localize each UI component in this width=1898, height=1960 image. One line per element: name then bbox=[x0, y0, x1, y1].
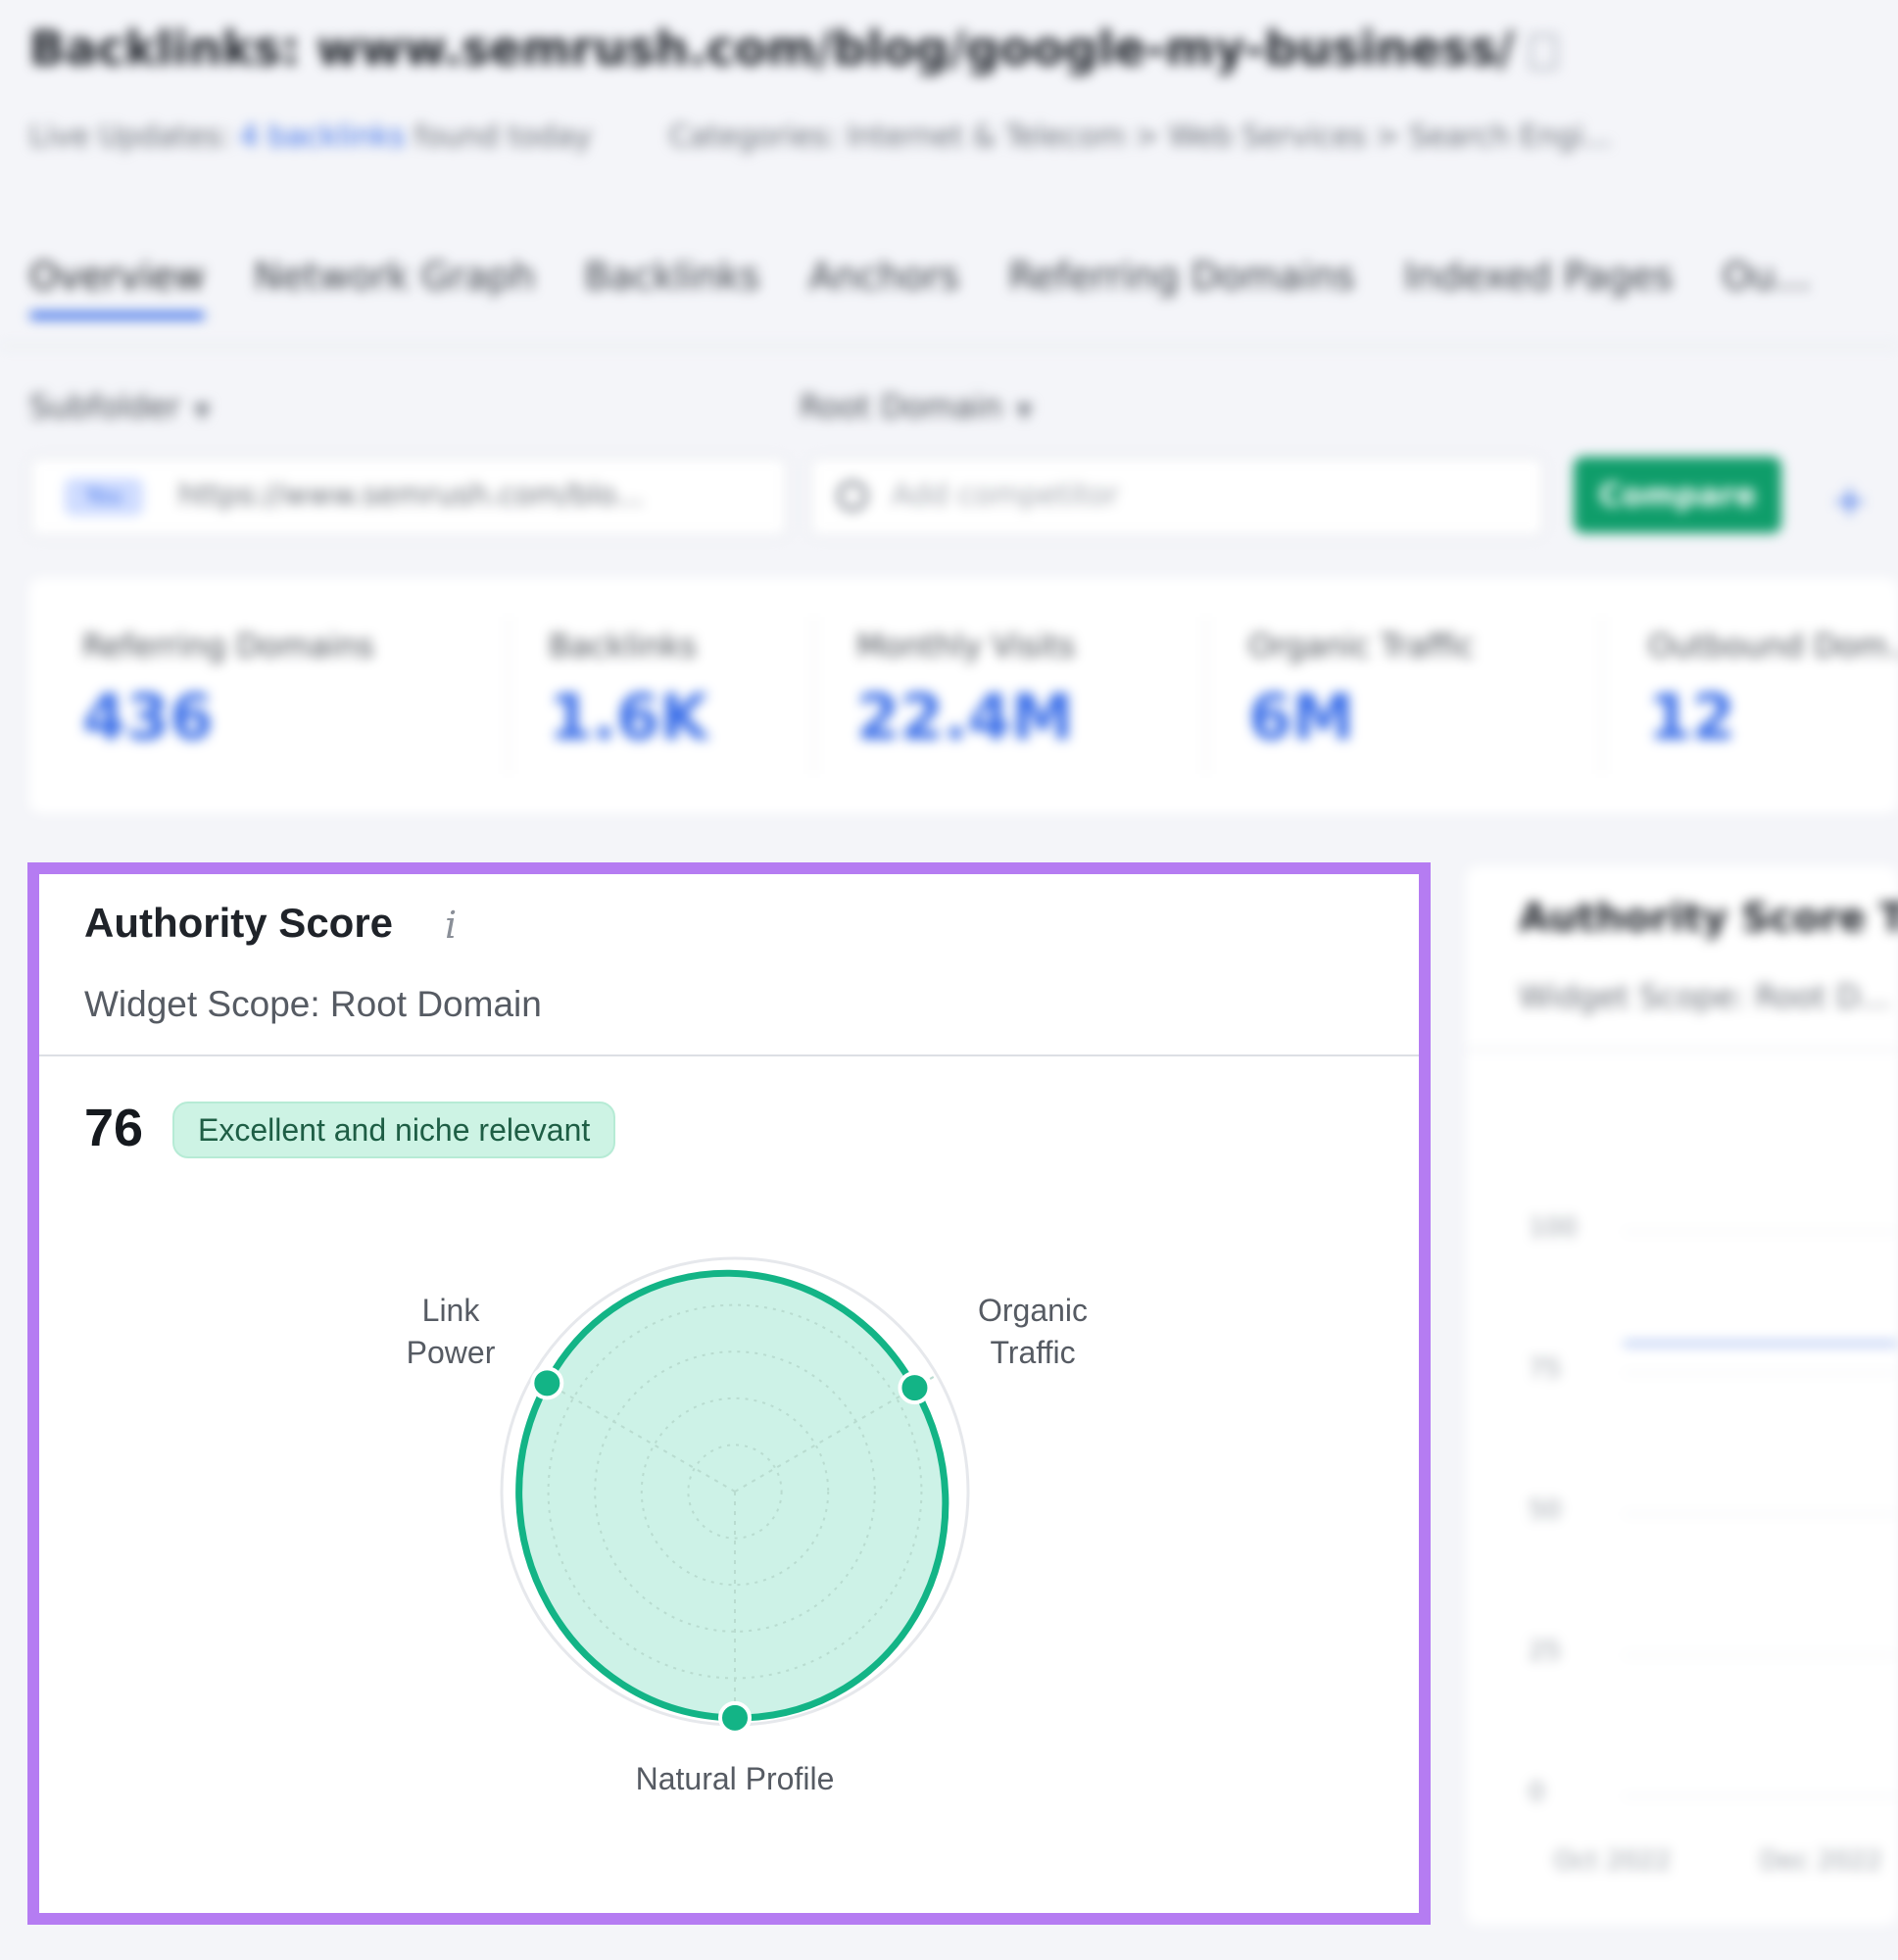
tab-network-graph[interactable]: Network Graph bbox=[254, 255, 535, 298]
target-url-input[interactable]: You https://www.semrush.com/blo... bbox=[29, 457, 788, 537]
radar-score-area bbox=[515, 1269, 949, 1722]
authority-score-card: Authority Score i Widget Scope: Root Dom… bbox=[27, 862, 1431, 1925]
trend-scope: Widget Scope: Root D... bbox=[1519, 978, 1891, 1015]
compare-button[interactable]: Compare bbox=[1574, 457, 1781, 533]
metric-organic-traffic[interactable]: Organic Traffic 6M bbox=[1248, 627, 1475, 755]
y-tick: 25 bbox=[1529, 1637, 1562, 1666]
tab-indexed-pages[interactable]: Indexed Pages bbox=[1404, 255, 1674, 298]
metric-monthly-visits[interactable]: Monthly Visits 22.4M bbox=[856, 627, 1075, 755]
metric-value: 6M bbox=[1248, 682, 1355, 755]
authority-radar-chart bbox=[500, 1256, 970, 1735]
y-tick: 50 bbox=[1529, 1495, 1562, 1525]
radar-point-organic-traffic bbox=[898, 1371, 932, 1405]
categories-breadcrumb[interactable]: Categories: Internet & Telecom > Web Ser… bbox=[669, 120, 1612, 154]
metric-label: Monthly Visits bbox=[856, 627, 1076, 664]
competitor-input[interactable]: Add competitor bbox=[809, 457, 1544, 537]
metric-label: Outbound Dom... bbox=[1648, 627, 1898, 664]
axis-label-link-power: Link Power bbox=[406, 1293, 496, 1370]
tab-overview[interactable]: Overview bbox=[29, 255, 205, 319]
radar-point-natural-profile bbox=[718, 1700, 752, 1735]
metric-value: 436 bbox=[82, 682, 214, 755]
y-tick: 100 bbox=[1529, 1213, 1578, 1243]
live-updates-line: Live Updates: 4 backlinks found today Ca… bbox=[29, 120, 1612, 154]
metric-label: Organic Traffic bbox=[1248, 627, 1475, 664]
live-updates-suffix: found today bbox=[414, 120, 592, 154]
metric-label: Backlinks bbox=[549, 627, 697, 664]
live-updates-link[interactable]: 4 backlinks bbox=[240, 120, 406, 154]
metric-value: 1.6K bbox=[549, 682, 708, 755]
subfolder-dropdown[interactable]: Subfolder ▼ bbox=[29, 388, 211, 425]
tab-backlinks[interactable]: Backlinks bbox=[584, 255, 759, 298]
y-tick: 75 bbox=[1529, 1354, 1562, 1384]
competitor-placeholder: Add competitor bbox=[892, 478, 1119, 513]
metric-referring-domains[interactable]: Referring Domains 436 bbox=[82, 627, 374, 755]
authority-trend-card: Authority Score Tr... Widget Scope: Root… bbox=[1466, 866, 1898, 1925]
axis-label-organic-traffic: Organic Traffic bbox=[977, 1293, 1089, 1370]
tab-bar: Overview Network Graph Backlinks Anchors… bbox=[29, 255, 1811, 319]
metric-value: 22.4M bbox=[856, 682, 1074, 755]
plus-icon[interactable]: + bbox=[1832, 476, 1867, 524]
trend-title: Authority Score Tr... bbox=[1519, 896, 1898, 941]
page-title: Backlinks: www.semrush.com/blog/google-m… bbox=[29, 22, 1558, 76]
you-tag: You bbox=[65, 478, 143, 515]
axis-label-natural-profile: Natural Profile bbox=[635, 1761, 835, 1796]
trend-series-line bbox=[1623, 1341, 1898, 1347]
tab-referring-domains[interactable]: Referring Domains bbox=[1008, 255, 1355, 298]
y-tick: 0 bbox=[1529, 1778, 1545, 1807]
live-updates-label: Live Updates: bbox=[29, 120, 231, 154]
metric-value: 12 bbox=[1648, 682, 1736, 755]
x-tick: Dec 2022 bbox=[1760, 1846, 1882, 1876]
background-page: Backlinks: www.semrush.com/blog/google-m… bbox=[0, 0, 1898, 833]
search-icon bbox=[837, 480, 868, 512]
chevron-down-icon: ▼ bbox=[193, 399, 211, 423]
edit-icon[interactable] bbox=[1530, 34, 1558, 70]
metrics-bar: Referring Domains 436 Backlinks 1.6K Mon… bbox=[29, 578, 1898, 813]
metric-label: Referring Domains bbox=[82, 627, 374, 664]
metric-backlinks[interactable]: Backlinks 1.6K bbox=[549, 627, 708, 755]
metric-outbound-domains[interactable]: Outbound Dom... 12 bbox=[1648, 627, 1898, 755]
x-tick: Oct 2022 bbox=[1554, 1846, 1672, 1876]
root-domain-dropdown[interactable]: Root Domain ▼ bbox=[800, 388, 1033, 425]
tab-anchors[interactable]: Anchors bbox=[808, 255, 959, 298]
chevron-down-icon: ▼ bbox=[1015, 399, 1033, 423]
tab-outbound[interactable]: Ou... bbox=[1723, 255, 1811, 298]
tabs-divider bbox=[0, 345, 1898, 347]
target-url-value: https://www.semrush.com/blo... bbox=[178, 478, 644, 513]
